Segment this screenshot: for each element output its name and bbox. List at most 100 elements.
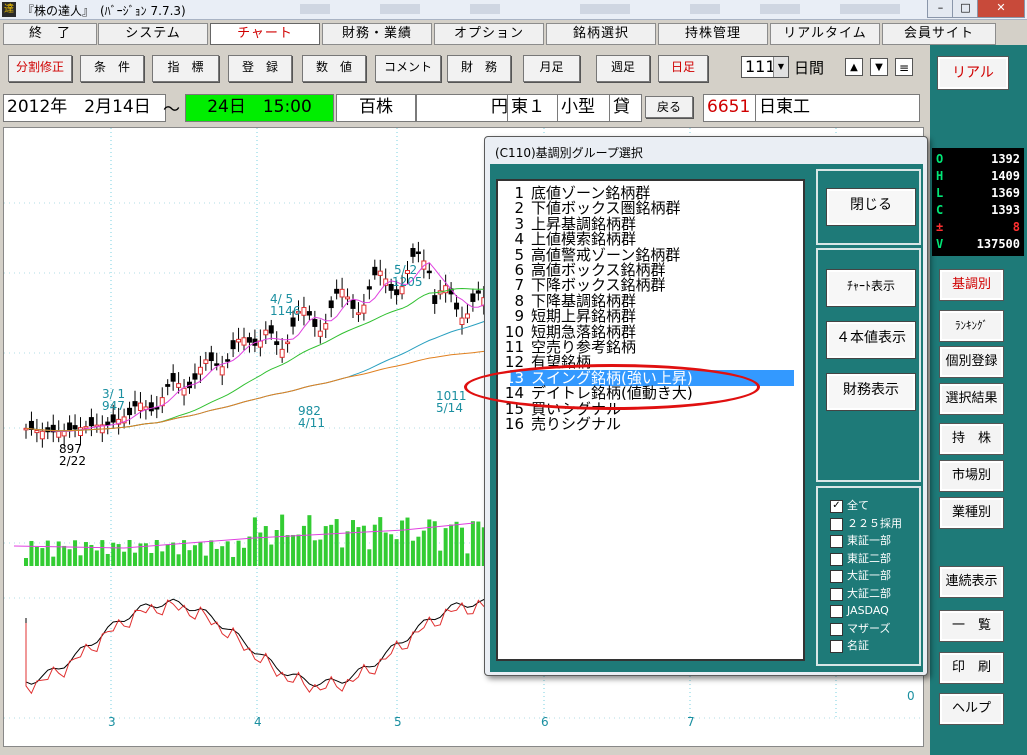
toolbar-button[interactable]: 財 務	[447, 55, 511, 82]
menu-icon[interactable]: ≡	[895, 58, 913, 76]
candle-body	[459, 317, 465, 325]
right-panel-button[interactable]: 業種別	[939, 497, 1004, 529]
x-axis-label: 6	[541, 715, 549, 729]
arrow-up-icon[interactable]: ▲	[845, 58, 863, 76]
toolbar-button[interactable]: 日足	[658, 55, 708, 82]
right-panel-button[interactable]: 個別登録	[939, 346, 1004, 378]
toolbar-button[interactable]: 数 値	[302, 55, 366, 82]
group-listbox[interactable]: 1 底値ゾーン銘柄群 2 下値ボックス圏銘柄群 3 上昇基調銘柄群 4 上値模索銘柄群 5 高値警…	[496, 179, 805, 661]
unit-shares: 百株	[336, 94, 416, 122]
toolbar-button[interactable]: 分割修正	[8, 55, 72, 82]
title-bar: 達 『株の達人』 (ﾊﾞｰｼﾞｮﾝ 7.7.3) – □ ✕	[0, 0, 1027, 20]
menu-item[interactable]: オプション	[434, 23, 544, 45]
back-button[interactable]: 戻る	[645, 96, 693, 118]
list-item[interactable]: 9 短期上昇銘柄群	[498, 308, 793, 324]
volume-bar	[285, 535, 290, 566]
volume-bar	[149, 552, 154, 566]
oscillator-line	[25, 598, 490, 687]
market-checkbox[interactable]: 東証二部	[830, 552, 940, 568]
right-panel-button[interactable]: 印 刷	[939, 652, 1004, 684]
candle-body	[148, 402, 154, 412]
toolbar-button[interactable]: コメント	[375, 55, 441, 82]
toolbar-button[interactable]: 指 標	[152, 55, 219, 82]
toolbar-button[interactable]: 月足	[523, 55, 580, 82]
period-select[interactable]: 111 ▼	[741, 56, 789, 78]
checkbox-box[interactable]	[830, 640, 843, 653]
list-item[interactable]: 7 下降ボックス銘柄群	[498, 277, 793, 293]
volume-bar	[280, 514, 285, 566]
candle-body	[137, 402, 143, 411]
dialog-button[interactable]: 財務表示	[826, 373, 916, 411]
checkbox-box[interactable]	[830, 552, 843, 566]
checkbox-box[interactable]	[830, 517, 843, 531]
list-item[interactable]: 2 下値ボックス圏銘柄群	[498, 200, 793, 216]
arrow-down-icon[interactable]: ▼	[870, 58, 888, 76]
dialog-button[interactable]: 閉じる	[826, 188, 916, 226]
chart-annotation: 1205	[392, 275, 423, 289]
volume-bar	[176, 554, 181, 566]
list-item[interactable]: 16 売りシグナル	[498, 416, 793, 432]
checkbox-label: 東証一部	[847, 534, 891, 547]
volume-bar	[291, 534, 296, 566]
right-panel-button[interactable]: 市場別	[939, 460, 1004, 492]
menu-item[interactable]: 終 了	[3, 23, 97, 45]
market-checkbox[interactable]: 大証一部	[830, 569, 940, 585]
ma-mid-line	[25, 287, 490, 432]
volume-bar	[389, 534, 394, 566]
right-panel-button[interactable]: リアル	[937, 56, 1009, 90]
checkbox-box[interactable]	[830, 587, 843, 601]
menu-item[interactable]: 銘柄選択	[546, 23, 656, 45]
checkbox-label: 東証二部	[847, 551, 891, 565]
menu-item[interactable]: 持株管理	[658, 23, 768, 45]
candle-body	[127, 407, 133, 416]
dialog-button[interactable]: ﾁｬｰﾄ表示	[826, 269, 916, 307]
list-item[interactable]: 4 上値模索銘柄群	[498, 231, 793, 247]
checkbox-box[interactable]	[830, 622, 843, 636]
market-checkbox[interactable]: 大証二部	[830, 587, 940, 603]
checkbox-box[interactable]	[830, 570, 843, 583]
right-panel-button[interactable]: 連続表示	[939, 566, 1004, 598]
toolbar-button[interactable]: 登 録	[228, 55, 292, 82]
right-panel-button[interactable]: ヘルプ	[939, 693, 1004, 725]
right-panel-button[interactable]: 基調別	[939, 269, 1004, 301]
checkbox-box[interactable]	[830, 535, 843, 548]
minimize-button[interactable]: –	[927, 0, 954, 18]
ma-long-line	[25, 319, 490, 432]
menu-item[interactable]: 会員サイト	[882, 23, 996, 45]
blurred-text	[580, 4, 630, 14]
right-panel-button[interactable]: 持 株	[939, 423, 1004, 455]
market-checkbox[interactable]: JASDAQ	[830, 604, 940, 620]
candle-body	[56, 431, 62, 438]
right-panel-button[interactable]: 一 覧	[939, 610, 1004, 642]
dialog-body: 1 底値ゾーン銘柄群 2 下値ボックス圏銘柄群 3 上昇基調銘柄群 4 上値模索銘柄群 5 高値警…	[490, 164, 923, 672]
right-panel-button[interactable]: 選択結果	[939, 383, 1004, 415]
toolbar-button[interactable]: 週足	[596, 55, 650, 82]
menu-item[interactable]: チャート	[210, 23, 320, 45]
volume-bar	[383, 532, 388, 566]
candle-body	[475, 290, 481, 294]
quote-row: ±8	[936, 220, 1020, 236]
close-button[interactable]: ✕	[977, 0, 1025, 18]
maximize-button[interactable]: □	[952, 0, 979, 18]
menu-item[interactable]: 財務・業績	[322, 23, 432, 45]
list-item-number: 9	[514, 307, 524, 326]
candle-body	[170, 373, 176, 382]
market-checkbox[interactable]: 名証	[830, 639, 940, 655]
candle-body	[181, 387, 187, 396]
market-checkbox[interactable]: ２２５採用	[830, 517, 940, 533]
list-item-label: 下降ボックス銘柄群	[531, 276, 666, 295]
quote-value: 1393	[991, 203, 1020, 217]
market-checkbox[interactable]: マザーズ	[830, 622, 940, 638]
dialog-button[interactable]: ４本値表示	[826, 321, 916, 359]
checkbox-box[interactable]: ✓	[830, 500, 843, 513]
x-axis-label: 7	[687, 715, 695, 729]
date-to: 24日 15:00	[185, 94, 334, 122]
right-panel-button[interactable]: ﾗﾝｷﾝｸﾞ	[939, 310, 1004, 342]
menu-item[interactable]: リアルタイム	[770, 23, 880, 45]
market-checkbox[interactable]: ✓ 全て	[830, 499, 940, 515]
menu-item[interactable]: システム	[98, 23, 208, 45]
toolbar-button[interactable]: 条 件	[80, 55, 144, 82]
chevron-down-icon[interactable]: ▼	[773, 57, 788, 77]
market-checkbox[interactable]: 東証一部	[830, 534, 940, 550]
checkbox-box[interactable]	[830, 605, 843, 618]
